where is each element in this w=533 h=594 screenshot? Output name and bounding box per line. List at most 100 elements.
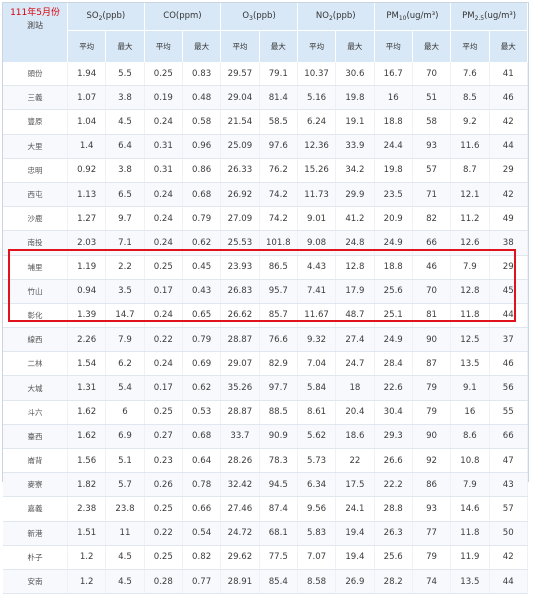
table-row: 竹山 0.94 3.5 0.17 0.43 26.83 95.7 7.41 17.9 25.6 70… [3, 279, 529, 304]
value-cell: 7.9 [450, 255, 490, 280]
pollutant-subscript: 2.5 [474, 15, 485, 22]
value-cell: 27.46 [220, 496, 260, 522]
value-cell: 90.9 [259, 424, 298, 450]
pollutant-header: NO2(ppb) [297, 3, 375, 31]
value-cell: 24.72 [220, 521, 260, 546]
value-cell: 0.79 [182, 327, 222, 353]
value-cell: 12.8 [335, 255, 375, 280]
value-cell: 76.2 [259, 158, 298, 183]
value-cell: 0.83 [182, 62, 222, 87]
station-name: 竹山 [3, 279, 69, 304]
value-cell: 38 [489, 230, 529, 256]
value-cell: 26.33 [220, 158, 260, 183]
value-cell: 30.4 [374, 400, 413, 425]
pollutant-name: PM [462, 11, 475, 21]
value-cell: 0.24 [144, 182, 183, 208]
pollutant-header: PM10(ug/m³) [374, 3, 452, 31]
value-cell: 55 [489, 400, 529, 425]
air-quality-table-frame: 111年5月份 測站 SO2(ppb) CO(ppm) O3(ppb) NO2(ppb… [2, 2, 529, 594]
value-cell: 0.58 [182, 109, 222, 135]
value-cell: 88.5 [259, 400, 298, 425]
value-cell: 18.8 [374, 255, 413, 280]
value-cell: 9.56 [297, 496, 337, 522]
value-cell: 20.9 [374, 206, 413, 232]
pollutant-name: PM [386, 11, 399, 21]
value-cell: 5.5 [105, 62, 145, 87]
station-column-header: 測站 [27, 21, 44, 30]
value-cell: 5.16 [297, 85, 337, 111]
table-row: 安南 1.2 4.5 0.28 0.77 28.91 85.4 8.58 26.9 28.2 74 1… [3, 569, 529, 594]
value-cell: 29.62 [220, 545, 260, 570]
value-cell: 71 [412, 182, 452, 208]
value-cell: 24.7 [335, 351, 375, 377]
value-cell: 81 [412, 303, 452, 329]
value-cell: 17.5 [335, 472, 375, 498]
value-cell: 23.5 [374, 182, 413, 208]
value-cell: 58 [412, 109, 452, 135]
value-cell: 0.25 [144, 255, 183, 280]
value-cell: 11.6 [450, 134, 490, 159]
value-cell: 79 [412, 545, 452, 570]
value-cell: 0.62 [182, 375, 222, 401]
value-cell: 87.4 [259, 496, 298, 522]
value-cell: 97.6 [259, 134, 298, 159]
value-cell: 1.04 [67, 109, 107, 135]
value-cell: 19.1 [335, 109, 375, 135]
value-cell: 5.7 [105, 472, 145, 498]
value-cell: 0.45 [182, 255, 222, 280]
value-cell: 44 [489, 303, 529, 329]
value-cell: 1.62 [67, 424, 107, 450]
value-cell: 29 [489, 255, 529, 280]
table-row: 新港 1.51 11 0.22 0.54 24.72 68.1 5.83 19.4 26.3 77 1… [3, 521, 529, 546]
value-cell: 0.27 [144, 424, 183, 450]
value-cell: 0.28 [144, 569, 183, 594]
value-cell: 24.9 [374, 327, 413, 353]
value-cell: 57 [412, 158, 452, 183]
air-quality-table: 111年5月份 測站 SO2(ppb) CO(ppm) O3(ppb) NO2(ppb… [3, 3, 529, 594]
value-cell: 56 [489, 375, 529, 401]
maximum-column-header: 最大 [259, 30, 298, 62]
value-cell: 42 [489, 545, 529, 570]
value-cell: 97.7 [259, 375, 298, 401]
value-cell: 0.25 [144, 496, 183, 522]
value-cell: 70 [412, 62, 452, 87]
value-cell: 1.56 [67, 448, 107, 474]
value-cell: 35.26 [220, 375, 260, 401]
value-cell: 29.57 [220, 62, 260, 87]
value-cell: 11.73 [297, 182, 337, 208]
value-cell: 8.61 [297, 400, 337, 425]
value-cell: 82.9 [259, 351, 298, 377]
value-cell: 90 [412, 327, 452, 353]
value-cell: 13.5 [450, 569, 490, 594]
value-cell: 29 [489, 158, 529, 183]
station-name: 忠明 [3, 158, 69, 183]
value-cell: 1.51 [67, 521, 107, 546]
value-cell: 28.8 [374, 496, 413, 522]
value-cell: 16.7 [374, 62, 413, 87]
value-cell: 77 [412, 521, 452, 546]
value-cell: 101.8 [259, 230, 298, 256]
value-cell: 9.01 [297, 206, 337, 232]
value-cell: 11.9 [450, 545, 490, 570]
value-cell: 0.17 [144, 375, 183, 401]
value-cell: 0.77 [182, 569, 222, 594]
station-name: 麥寮 [3, 472, 69, 498]
value-cell: 12.6 [450, 230, 490, 256]
value-cell: 11.67 [297, 303, 337, 329]
value-cell: 0.82 [182, 545, 222, 570]
value-cell: 28.91 [220, 569, 260, 594]
value-cell: 7.41 [297, 279, 337, 304]
value-cell: 93 [412, 134, 452, 159]
pollutant-unit: (ug/m³) [406, 11, 439, 21]
corner-header: 111年5月份 測站 [3, 3, 69, 62]
maximum-column-header: 最大 [105, 30, 145, 62]
value-cell: 30.6 [335, 62, 375, 87]
value-cell: 28.87 [220, 327, 260, 353]
value-cell: 70 [412, 279, 452, 304]
value-cell: 9.2 [450, 109, 490, 135]
value-cell: 0.69 [182, 351, 222, 377]
station-name: 南投 [3, 230, 69, 256]
value-cell: 3.8 [105, 158, 145, 183]
value-cell: 0.65 [182, 303, 222, 329]
value-cell: 25.09 [220, 134, 260, 159]
